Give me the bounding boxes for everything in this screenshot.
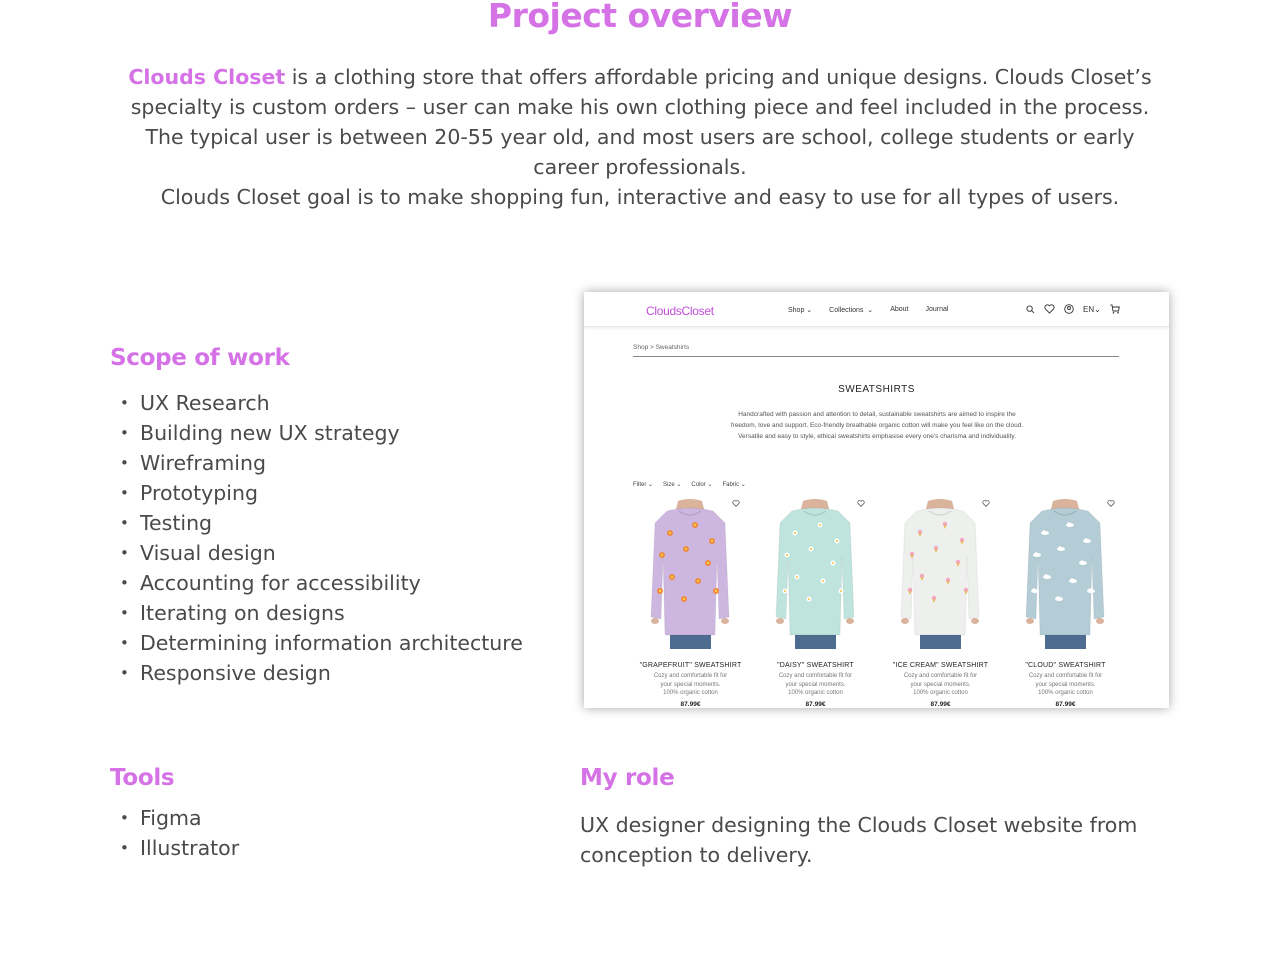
intro-line-1: Clouds Closet is a clothing store that o… <box>110 62 1170 182</box>
product-description: Cozy and comfortable fit for your special… <box>1028 673 1103 696</box>
mockup-nav-about: About <box>890 306 909 313</box>
product-name: "GRAPEFRUIT" SWEATSHIRT <box>639 662 742 669</box>
mockup-filters: Filter ⌄ Size ⌄ Color ⌄ Fabric ⌄ <box>633 481 756 488</box>
product-card: "CLOUD" SWEATSHIRT Cozy and comfortable … <box>1008 497 1123 708</box>
product-description: Cozy and comfortable fit for your special… <box>653 673 728 696</box>
mockup-nav-links: Shop ⌄ Collections ⌄ About Journal <box>788 306 965 314</box>
product-photo <box>900 499 980 649</box>
product-photo <box>1025 499 1105 649</box>
tools-list: Figma Illustrator <box>110 803 239 863</box>
scope-heading: Scope of work <box>110 345 290 371</box>
intro-goal: Clouds Closet goal is to make shopping f… <box>160 185 1120 209</box>
size-dropdown: Size ⌄ <box>663 482 682 488</box>
list-item: Illustrator <box>110 833 239 863</box>
product-name: "ICE CREAM" SWEATSHIRT <box>892 662 989 669</box>
mockup-breadcrumb: Shop > Sweatshirts <box>633 344 690 351</box>
brand-name: Clouds Closet <box>128 65 286 89</box>
mockup-heading: SWEATSHIRTS <box>838 384 915 395</box>
color-dropdown: Color ⌄ <box>691 482 713 488</box>
list-item: Building new UX strategy <box>110 418 523 448</box>
fabric-dropdown: Fabric ⌄ <box>722 482 746 488</box>
user-icon <box>1064 304 1074 314</box>
product-price: 87.99€ <box>680 700 701 708</box>
mockup-nav-shop: Shop ⌄ <box>788 307 813 314</box>
search-icon <box>1026 304 1035 313</box>
product-name: "CLOUD" SWEATSHIRT <box>1025 662 1106 669</box>
list-item: Iterating on designs <box>110 598 523 628</box>
role-heading: My role <box>580 765 675 791</box>
intro-paragraph: Clouds Closet is a clothing store that o… <box>110 62 1170 212</box>
scope-list: UX Research Building new UX strategy Wir… <box>110 388 523 688</box>
product-card: "DAISY" SWEATSHIRT Cozy and comfortable … <box>758 497 873 708</box>
list-item: Testing <box>110 508 523 538</box>
mockup-logo: CloudsCloset <box>646 304 714 318</box>
product-name: "DAISY" SWEATSHIRT <box>777 662 854 669</box>
product-price: 87.99€ <box>1055 700 1076 708</box>
mockup-nav-journal: Journal <box>925 306 949 313</box>
product-photo <box>775 499 855 649</box>
list-item: Prototyping <box>110 478 523 508</box>
mockup-navbar: CloudsCloset Shop ⌄ Collections ⌄ About … <box>584 292 1169 327</box>
product-description: Cozy and comfortable fit for your special… <box>903 673 978 696</box>
role-description: UX designer designing the Clouds Closet … <box>580 813 1138 867</box>
website-mockup: CloudsCloset Shop ⌄ Collections ⌄ About … <box>584 292 1169 708</box>
product-price: 87.99€ <box>805 700 826 708</box>
heart-icon <box>1044 304 1055 314</box>
mockup-product-grid: "GRAPEFRUIT" SWEATSHIRT Cozy and comfort… <box>633 497 1123 708</box>
filter-dropdown: Filter ⌄ <box>633 482 654 488</box>
product-description: Cozy and comfortable fit for your special… <box>778 673 853 696</box>
list-item: Figma <box>110 803 239 833</box>
list-item: Determining information architecture <box>110 628 523 658</box>
mockup-nav-collections: Collections ⌄ <box>829 307 874 314</box>
list-item: Visual design <box>110 538 523 568</box>
mockup-divider <box>633 356 1119 357</box>
language-selector: EN⌄ <box>1083 304 1101 314</box>
list-item: Responsive design <box>110 658 523 688</box>
product-card: "ICE CREAM" SWEATSHIRT Cozy and comforta… <box>883 497 998 708</box>
list-item: UX Research <box>110 388 523 418</box>
cart-icon <box>1110 304 1120 314</box>
product-price: 87.99€ <box>930 700 951 708</box>
product-photo <box>650 499 730 649</box>
mockup-nav-icons: EN⌄ <box>1026 304 1120 314</box>
mockup-description: Handcrafted with passion and attention t… <box>730 411 1024 440</box>
list-item: Accounting for accessibility <box>110 568 523 598</box>
page-title: Project overview <box>487 0 793 35</box>
tools-heading: Tools <box>110 765 175 791</box>
product-card: "GRAPEFRUIT" SWEATSHIRT Cozy and comfort… <box>633 497 748 708</box>
list-item: Wireframing <box>110 448 523 478</box>
